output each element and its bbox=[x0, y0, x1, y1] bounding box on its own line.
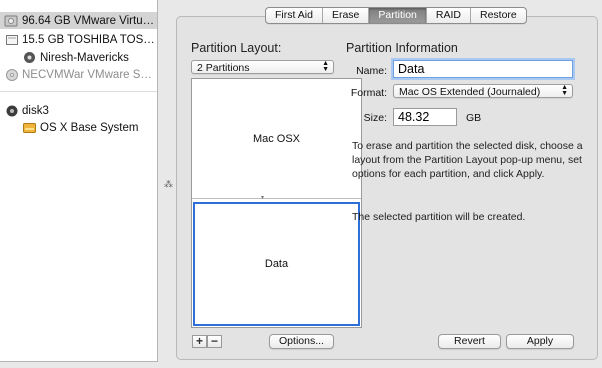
volume-icon bbox=[23, 122, 36, 133]
sidebar-item-label: disk3 bbox=[22, 104, 49, 117]
sidebar-divider bbox=[0, 91, 157, 92]
sidebar-item-vmware-disk[interactable]: 96.64 GB VMware Virtual SATA Hard Drive … bbox=[0, 12, 157, 29]
disk-image-icon bbox=[6, 105, 18, 116]
volume-icon bbox=[24, 52, 35, 63]
hard-disk-icon bbox=[4, 15, 18, 26]
sidebar-item-label: 96.64 GB VMware Virtual SATA Hard Drive … bbox=[22, 14, 157, 27]
sidebar-item-label: Niresh-Mavericks bbox=[40, 51, 129, 64]
partition-status-text: The selected partition will be created. bbox=[352, 211, 526, 223]
sidebar-item-toshiba-usb[interactable]: 15.5 GB TOSHIBA TOSHIBA USB DRV Media bbox=[0, 31, 157, 48]
add-partition-button[interactable]: + bbox=[192, 335, 207, 348]
partition-name: Mac OSX bbox=[252, 132, 301, 145]
sidebar-item-vmware-cd[interactable]: NECVMWar VMware SATA CD01 Media bbox=[0, 66, 157, 83]
tab-raid[interactable]: RAID bbox=[427, 8, 471, 23]
partition-size-field[interactable] bbox=[393, 108, 457, 126]
popup-arrows-icon: ▲ ▼ bbox=[322, 60, 329, 73]
partition-map[interactable]: Mac OSX ▾ Data bbox=[191, 78, 362, 328]
sidebar-item-os-x-base-system[interactable]: OS X Base System bbox=[0, 119, 157, 136]
sidebar-item-label: OS X Base System bbox=[40, 121, 139, 134]
sidebar-item-label: 15.5 GB TOSHIBA TOSHIBA USB DRV Media bbox=[22, 33, 157, 46]
popup-arrows-icon: ▲ ▼ bbox=[561, 84, 568, 97]
partition-name: Data bbox=[264, 258, 289, 270]
revert-button[interactable]: Revert bbox=[438, 334, 501, 349]
size-label: Size: bbox=[363, 112, 387, 124]
partition-segment-data[interactable]: Data bbox=[193, 202, 360, 326]
format-popup-value: Mac OS Extended (Journaled) bbox=[399, 86, 541, 98]
partition-layout-popup[interactable]: 2 Partitions ▲ ▼ bbox=[191, 60, 334, 74]
tab-restore[interactable]: Restore bbox=[471, 8, 526, 23]
partition-name-field[interactable] bbox=[393, 60, 573, 78]
options-button[interactable]: Options... bbox=[269, 334, 334, 349]
size-unit-label: GB bbox=[466, 112, 482, 124]
usb-drive-icon bbox=[6, 34, 18, 45]
disk-sidebar[interactable]: 96.64 GB VMware Virtual SATA Hard Drive … bbox=[0, 0, 158, 362]
remove-partition-button[interactable]: − bbox=[207, 335, 222, 348]
partition-layout-heading: Partition Layout: bbox=[191, 41, 282, 55]
optical-disc-icon bbox=[6, 68, 18, 81]
name-label: Name: bbox=[356, 65, 387, 77]
partition-resize-handle-icon[interactable]: ▾ bbox=[261, 195, 267, 201]
format-label: Format: bbox=[350, 87, 387, 99]
tab-bar: First Aid Erase Partition RAID Restore bbox=[265, 7, 527, 24]
apply-button[interactable]: Apply bbox=[506, 334, 574, 349]
tab-first-aid[interactable]: First Aid bbox=[266, 8, 323, 23]
tab-erase[interactable]: Erase bbox=[323, 8, 370, 23]
tab-partition[interactable]: Partition bbox=[369, 8, 427, 23]
partition-segment-mac-osx[interactable]: Mac OSX bbox=[192, 79, 361, 199]
sidebar-item-label: NECVMWar VMware SATA CD01 Media bbox=[22, 68, 157, 81]
partition-instructions: To erase and partition the selected disk… bbox=[352, 140, 583, 180]
sidebar-splitter-handle[interactable]: ⁂ bbox=[164, 180, 173, 189]
format-popup[interactable]: Mac OS Extended (Journaled) ▲ ▼ bbox=[393, 84, 573, 98]
partition-layout-popup-value: 2 Partitions bbox=[197, 62, 250, 74]
sidebar-item-disk3[interactable]: disk3 bbox=[0, 102, 157, 119]
sidebar-item-niresh-mavericks[interactable]: Niresh-Mavericks bbox=[0, 49, 157, 66]
partition-information-heading: Partition Information bbox=[346, 41, 458, 55]
